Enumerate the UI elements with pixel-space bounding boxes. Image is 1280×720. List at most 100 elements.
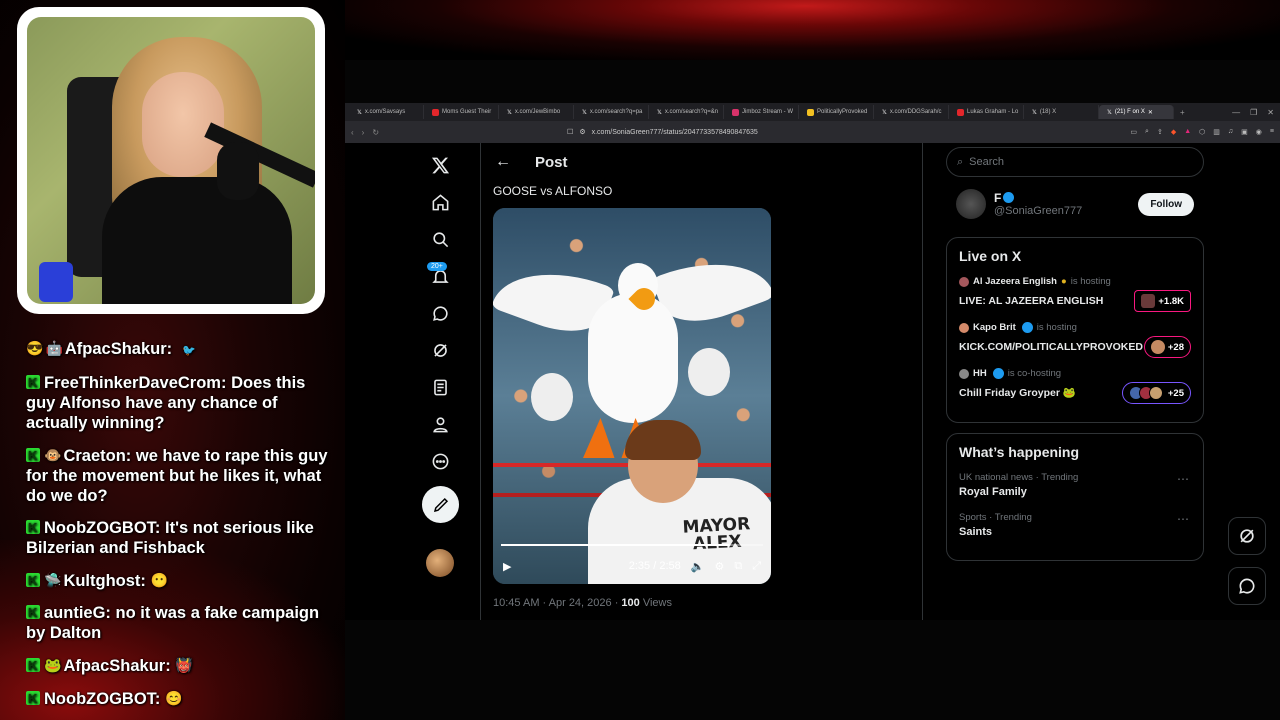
- home-icon[interactable]: [420, 184, 460, 221]
- wallet-icon[interactable]: ▣: [1241, 128, 1248, 136]
- url-text: x.com/SoniaGreen777/status/2047733578490…: [591, 128, 758, 136]
- browser-tab[interactable]: Moms Guest Their: [424, 105, 499, 119]
- maximize-icon[interactable]: ❐: [1250, 108, 1257, 117]
- live-item[interactable]: HH is co-hosting Chill Friday Groyper 🐸 +…: [959, 368, 1191, 404]
- url-field[interactable]: ☐ ⚙ x.com/SoniaGreen777/status/204773357…: [567, 128, 758, 137]
- profile-icon[interactable]: ◉: [1256, 128, 1262, 136]
- fullscreen-icon[interactable]: ⤢: [752, 560, 761, 573]
- menu-icon[interactable]: ≡: [1270, 128, 1274, 136]
- tab-label: x.com/search?q=&n: [664, 109, 719, 115]
- chat-username: auntieG:: [44, 604, 111, 622]
- browser-tab[interactable]: 𝕏 (18) X: [1024, 105, 1099, 119]
- profile-avatar[interactable]: [956, 189, 986, 219]
- browser-tab[interactable]: Jimboz Stream - W: [724, 105, 799, 119]
- cast-icon[interactable]: ▭: [1130, 128, 1137, 136]
- volume-icon[interactable]: 🔈: [691, 560, 705, 573]
- chat-overlay: 😎🤖AfpacShakur:🐦 FreeThinkerDaveCrom: Doe…: [26, 338, 336, 720]
- sidebar-icon[interactable]: ▥: [1213, 128, 1220, 136]
- messages-icon[interactable]: [420, 295, 460, 332]
- settings-icon[interactable]: ⚙: [714, 560, 724, 573]
- trend-item[interactable]: Sports · Trending Saints ⋯: [959, 512, 1191, 538]
- browser-tab[interactable]: 𝕏x.com/DDGSarah/c: [874, 105, 949, 119]
- browser-tab[interactable]: 𝕏x.com/search?q=pa: [574, 105, 649, 119]
- pip-icon[interactable]: ⧉: [734, 560, 742, 573]
- chat-message: 🐵Craeton: we have to rape this guy for t…: [26, 445, 336, 506]
- browser-tab[interactable]: 𝕏x.com/search?q=&n: [649, 105, 724, 119]
- back-icon[interactable]: ‹: [351, 128, 354, 137]
- extensions-icon[interactable]: ⬡: [1199, 128, 1205, 136]
- chat-username: Kultghost:: [63, 572, 146, 590]
- search-input[interactable]: ⌕ Search: [946, 147, 1204, 177]
- close-window-icon[interactable]: ✕: [1267, 108, 1274, 117]
- site-settings-icon[interactable]: ⚙: [579, 128, 585, 136]
- reload-icon[interactable]: ↻: [372, 128, 379, 137]
- window-controls: — ❐ ✕: [1232, 108, 1280, 117]
- badge-icon: 😎: [26, 340, 44, 356]
- profile-icon[interactable]: [420, 406, 460, 443]
- more-icon[interactable]: [420, 443, 460, 480]
- compose-post-button[interactable]: [422, 486, 459, 523]
- profile-name[interactable]: F: [994, 191, 1001, 205]
- kick-badge-icon: [26, 518, 40, 538]
- video-progress-fill: [501, 544, 729, 546]
- browser-tab-active[interactable]: 𝕏 (21) F on X ✕: [1099, 105, 1174, 119]
- chat-message: FreeThinkerDaveCrom: Does this guy Alfon…: [26, 373, 336, 433]
- chat-username: FreeThinkerDaveCrom:: [44, 374, 227, 392]
- account-avatar[interactable]: [426, 549, 454, 577]
- x-icon: 𝕏: [657, 109, 662, 116]
- host-avatar: [959, 368, 969, 379]
- live-host-name: Al Jazeera English: [973, 276, 1057, 287]
- browser-tab[interactable]: 𝕏x.com/JewBimbo: [499, 105, 574, 119]
- trend-meta: Sports · Trending: [959, 512, 1032, 523]
- notifications-icon[interactable]: 20+: [420, 258, 460, 295]
- more-options-icon[interactable]: ⋯: [1177, 512, 1189, 526]
- forward-icon[interactable]: ›: [362, 128, 365, 137]
- tab-label: x.com/DDGSarah/c: [889, 109, 942, 115]
- boxing-glove: [688, 348, 730, 396]
- tab-label: PoliticallyProvoked: [817, 109, 868, 115]
- trend-meta: UK national news · Trending: [959, 472, 1079, 483]
- back-arrow-icon[interactable]: ←: [495, 153, 511, 171]
- youtube-icon: [957, 108, 964, 116]
- live-item[interactable]: Al Jazeera English ● is hosting LIVE: AL J…: [959, 276, 1191, 312]
- lists-icon[interactable]: [420, 369, 460, 406]
- verified-icon: [992, 368, 1004, 379]
- search-placeholder: Search: [969, 156, 1005, 168]
- x-icon: 𝕏: [582, 109, 587, 116]
- x-logo-icon[interactable]: [420, 147, 460, 184]
- video-progress-bar[interactable]: [501, 544, 763, 546]
- x-icon: 𝕏: [882, 109, 887, 116]
- browser-tab[interactable]: Lukas Graham - Lo: [949, 105, 1024, 119]
- more-options-icon[interactable]: ⋯: [1177, 472, 1189, 486]
- zoom-icon[interactable]: ⌕: [1145, 128, 1149, 136]
- tab-bar: 𝕏x.com/Savsays Moms Guest Their 𝕏x.com/J…: [345, 103, 1280, 121]
- live-item[interactable]: Kapo Brit is hosting KICK.COM/POLITICALLY…: [959, 322, 1191, 358]
- shield-icon[interactable]: ◆: [1171, 128, 1176, 136]
- post-views-label: Views: [639, 597, 672, 609]
- explore-icon[interactable]: [420, 221, 460, 258]
- messages-float-button[interactable]: [1228, 567, 1266, 605]
- share-icon[interactable]: ⇪: [1157, 128, 1163, 136]
- chat-emote: 👹: [175, 657, 193, 673]
- live-thumbnail: [1141, 294, 1156, 308]
- browser-tab[interactable]: 𝕏x.com/Savsays: [349, 105, 424, 119]
- trend-item[interactable]: UK national news · Trending Royal Family…: [959, 472, 1191, 498]
- minimize-icon[interactable]: —: [1232, 108, 1240, 117]
- video-player[interactable]: MAYOR ALEX ▶ 2:35 / 2:58 🔈 ⚙ ⧉ ⤢: [493, 208, 771, 584]
- listener-count: +25: [1121, 382, 1191, 404]
- post-column: ← Post GOOSE vs ALFONSO MAYOR ALEX ▶ 2:3…: [480, 143, 923, 620]
- browser-tab[interactable]: PoliticallyProvoked: [799, 105, 874, 119]
- rewards-icon[interactable]: ▲: [1184, 128, 1191, 136]
- music-icon[interactable]: ♫: [1228, 128, 1233, 136]
- new-tab-button[interactable]: +: [1174, 108, 1191, 117]
- grok-float-button[interactable]: [1228, 517, 1266, 555]
- bookmark-icon[interactable]: ☐: [567, 128, 573, 136]
- boxing-glove: [531, 373, 573, 421]
- grok-icon[interactable]: [420, 332, 460, 369]
- close-tab-icon[interactable]: ✕: [1148, 109, 1153, 116]
- play-icon[interactable]: ▶: [503, 560, 511, 573]
- tab-label: x.com/JewBimbo: [514, 109, 561, 115]
- live-status: is hosting: [1070, 276, 1111, 287]
- follow-button[interactable]: Follow: [1138, 192, 1194, 216]
- verified-icon: [1021, 322, 1033, 333]
